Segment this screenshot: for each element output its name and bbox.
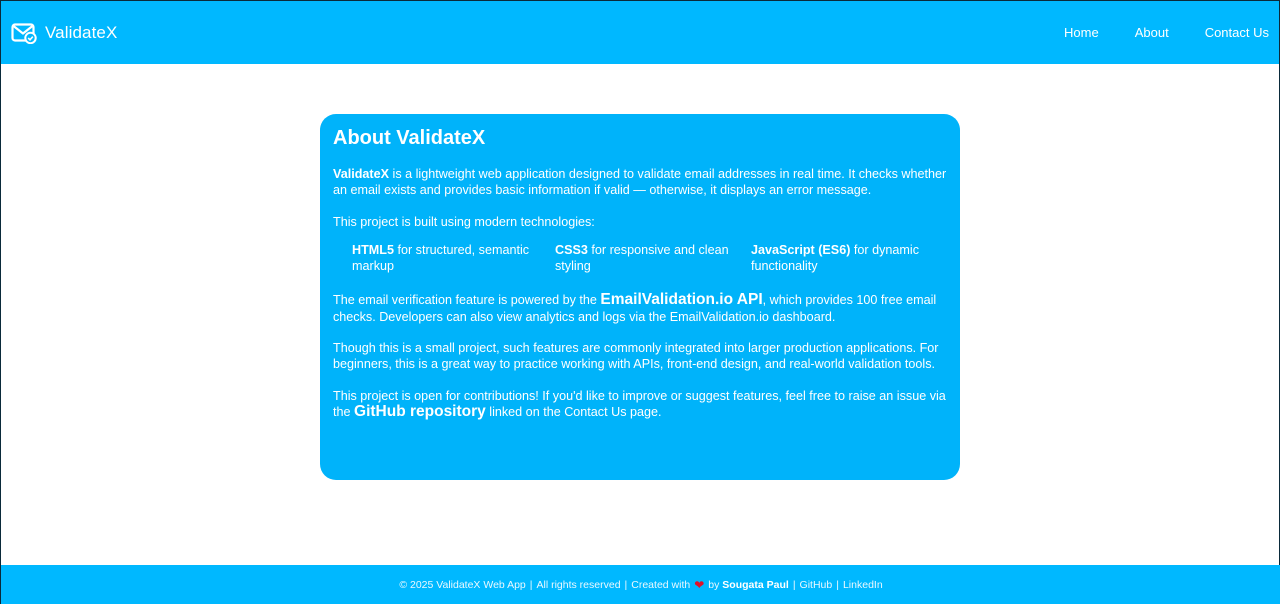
tech-list: HTML5 for structured, semantic markup CS… [333, 243, 948, 274]
nav-home-link[interactable]: Home [1064, 25, 1099, 40]
intro-brand-strong: ValidateX [333, 167, 390, 181]
footer: © 2025 ValidateX Web App | All rights re… [1, 565, 1280, 604]
github-repo-link[interactable]: GitHub repository [354, 403, 486, 420]
brand[interactable]: ValidateX [11, 22, 117, 44]
footer-separator: | [529, 579, 533, 591]
tech-item-css3: CSS3 for responsive and clean styling [555, 243, 751, 274]
footer-separator: | [836, 579, 839, 591]
tech-item-javascript: JavaScript (ES6) for dynamic functionali… [751, 243, 941, 274]
intro-text: is a lightweight web application designe… [333, 167, 947, 198]
footer-created-with: Created with [631, 579, 691, 591]
footer-separator: | [792, 579, 796, 591]
about-title: About ValidateX [333, 127, 486, 149]
brand-name: ValidateX [45, 22, 118, 42]
navbar: ValidateX Home About Contact Us [1, 1, 1279, 64]
about-card: About ValidateX ValidateX is a lightweig… [320, 114, 960, 480]
api-paragraph: The email verification feature is powere… [333, 292, 948, 325]
page: ValidateX Home About Contact Us About Va… [0, 0, 1280, 604]
footer-by: by [708, 579, 720, 591]
api-link[interactable]: EmailValidation.io API [600, 291, 762, 308]
about-intro-paragraph: ValidateX is a lightweight web applicati… [333, 166, 948, 199]
tech-name: JavaScript (ES6) [751, 243, 851, 258]
footer-author: Sougata Paul [722, 579, 789, 591]
heart-icon: ❤ [694, 578, 705, 592]
footer-linkedin-link[interactable]: LinkedIn [843, 579, 883, 591]
tech-name: HTML5 [352, 243, 394, 258]
nav-contact-link[interactable]: Contact Us [1205, 25, 1269, 40]
tech-intro-paragraph: This project is built using modern techn… [333, 214, 595, 229]
footer-rights: All rights reserved [536, 579, 621, 591]
contribution-paragraph: This project is open for contributions! … [333, 388, 948, 421]
nav-about-link[interactable]: About [1135, 25, 1169, 40]
nav-links: Home About Contact Us [1028, 1, 1279, 64]
footer-copyright: © 2025 ValidateX Web App [399, 579, 526, 591]
contribution-text-post: linked on the Contact Us page. [485, 405, 662, 420]
production-paragraph: Though this is a small project, such fea… [333, 341, 939, 372]
tech-name: CSS3 [555, 243, 588, 258]
tech-item-html5: HTML5 for structured, semantic markup [352, 243, 555, 274]
api-text-pre: The email verification feature is powere… [333, 293, 601, 308]
footer-github-link[interactable]: GitHub [800, 579, 833, 591]
mail-check-icon [11, 22, 37, 44]
footer-separator: | [624, 579, 628, 591]
